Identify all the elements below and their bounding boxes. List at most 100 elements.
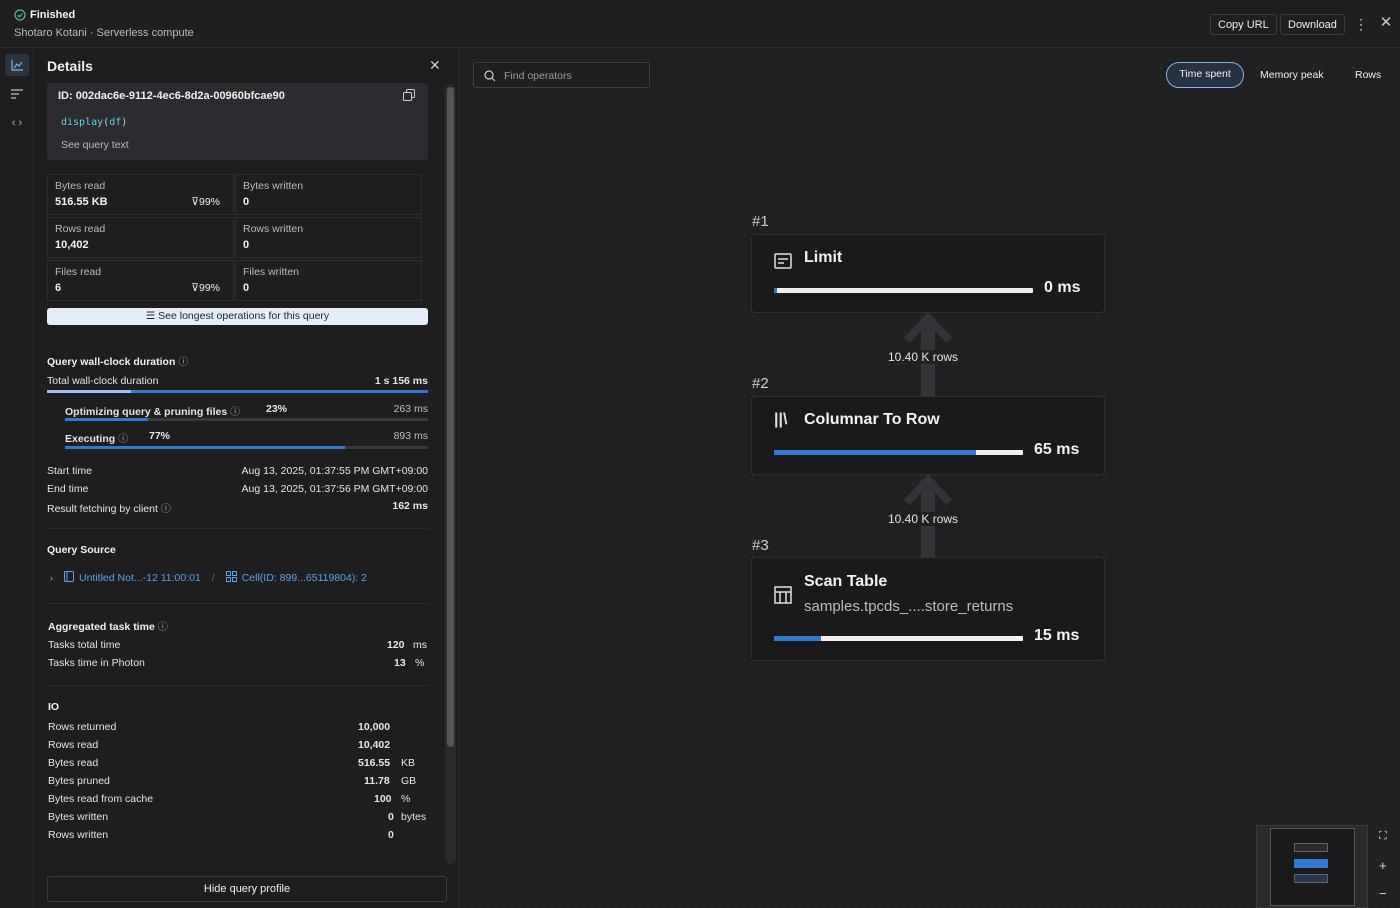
- executing-value: 893 ms: [393, 430, 428, 442]
- search-placeholder: Find operators: [504, 70, 572, 82]
- cell-icon: [225, 571, 237, 585]
- close-details-icon[interactable]: ✕: [429, 57, 441, 74]
- node-time: 15 ms: [1034, 627, 1080, 644]
- optimizing-fill: [65, 418, 149, 421]
- info-icon[interactable]: ⓘ: [161, 504, 171, 515]
- io-label: Bytes read from cache: [48, 793, 154, 805]
- operator-node-scan-table[interactable]: Scan Table samples.tpcds_....store_retur…: [751, 557, 1105, 661]
- fit-view-icon[interactable]: ⛶: [1379, 830, 1387, 843]
- filter-icon: ⊽: [191, 196, 199, 208]
- toggle-memory-peak[interactable]: Memory peak: [1250, 62, 1334, 88]
- details-scrollbar[interactable]: [445, 84, 456, 864]
- node-table-name: samples.tpcds_....store_returns: [804, 598, 1014, 615]
- optimizing-pct: 23%: [266, 403, 288, 415]
- plan-canvas[interactable]: Find operators Time spent Memory peak Ro…: [461, 48, 1400, 908]
- see-query-text-link[interactable]: See query text: [61, 139, 129, 151]
- close-icon[interactable]: ✕: [1378, 15, 1394, 31]
- query-id-box: ID: 002dac6e-9112-4ec6-8d2a-00960bfcae90…: [47, 83, 428, 160]
- io-unit: %: [401, 793, 411, 805]
- io-value: 10,000: [358, 721, 391, 733]
- left-rail: ‹ ›: [0, 48, 34, 908]
- wallclock-title: Query wall-clock duration: [47, 356, 176, 368]
- result-fetching-row: Result fetching by client ⓘ 162 ms: [47, 500, 428, 515]
- metric-rows-read: Rows read 10,402: [47, 217, 234, 258]
- metric-files-read: Files read 6 ⊽99%: [47, 260, 234, 301]
- download-button[interactable]: Download: [1280, 14, 1345, 35]
- chart-icon[interactable]: [5, 54, 29, 76]
- minimap[interactable]: [1256, 825, 1368, 908]
- node-number: #3: [752, 537, 769, 554]
- search-icon: [484, 70, 496, 82]
- more-options-icon[interactable]: ⋮: [1354, 16, 1368, 32]
- minimap-node: [1294, 874, 1328, 883]
- io-row: Bytes read from cache 100 %: [48, 793, 428, 805]
- optimizing-label: Optimizing query & pruning files: [65, 406, 228, 418]
- start-time-row: Start time Aug 13, 2025, 01:37:55 PM GMT…: [47, 465, 428, 477]
- find-operators-search[interactable]: Find operators: [473, 62, 650, 88]
- filter-pct: 99%: [198, 196, 220, 208]
- task-value: 13: [394, 657, 406, 669]
- node-time-bar: [774, 288, 1033, 293]
- executing-pct: 77%: [149, 430, 171, 442]
- task-row: Tasks time in Photon 13 %: [48, 657, 428, 669]
- executing-label: Executing: [65, 433, 116, 445]
- query-subtitle: Shotaro Kotani · Serverless compute: [14, 27, 194, 39]
- info-icon[interactable]: ⓘ: [118, 434, 128, 445]
- check-circle-icon: [14, 9, 26, 21]
- chevron-right-icon[interactable]: ›: [50, 573, 53, 583]
- copy-url-button[interactable]: Copy URL: [1210, 14, 1277, 35]
- hide-query-profile-button[interactable]: Hide query profile: [47, 876, 447, 902]
- divider: [47, 685, 428, 686]
- minimap-node: [1294, 843, 1328, 852]
- toggle-rows[interactable]: Rows: [1345, 62, 1391, 88]
- total-wallclock-bar: [47, 390, 428, 393]
- task-unit: ms: [413, 639, 427, 651]
- node-time-fill: [774, 636, 822, 641]
- details-title: Details: [47, 58, 93, 74]
- metric-label: Rows written: [243, 223, 304, 235]
- top-bar: Finished Shotaro Kotani · Serverless com…: [0, 0, 1400, 48]
- io-value: 100: [374, 793, 392, 805]
- divider: [47, 528, 428, 529]
- info-icon[interactable]: ⓘ: [178, 357, 188, 368]
- node-name: Columnar To Row: [804, 411, 940, 428]
- columnar-to-row-icon: ||\: [774, 411, 788, 428]
- info-icon[interactable]: ⓘ: [230, 407, 240, 418]
- io-unit: bytes: [401, 811, 427, 823]
- metric-label: Bytes read: [55, 180, 106, 192]
- executing-fill: [65, 446, 345, 449]
- scroll-fade: [47, 856, 428, 876]
- node-time-bar: [774, 450, 1023, 455]
- metric-value: 0: [243, 239, 250, 251]
- longest-operations-button[interactable]: ☰ See longest operations for this query: [47, 308, 428, 325]
- info-icon[interactable]: ⓘ: [158, 622, 168, 633]
- io-value: 0: [388, 829, 394, 841]
- notebook-link[interactable]: Untitled Not...-12 11:00:01: [79, 572, 201, 584]
- node-name: Limit: [804, 249, 843, 266]
- cell-link[interactable]: Cell(ID: 899...65119804): 2: [242, 572, 367, 584]
- code-icon[interactable]: ‹ ›: [5, 112, 29, 134]
- start-time-label: Start time: [47, 465, 92, 477]
- toggle-time-spent[interactable]: Time spent: [1166, 62, 1244, 88]
- zoom-out-icon[interactable]: −: [1379, 886, 1387, 901]
- end-time-value: Aug 13, 2025, 01:37:56 PM GMT+09:00: [241, 483, 429, 495]
- aggregated-task-title: Aggregated task time ⓘ: [48, 618, 168, 633]
- start-time-value: Aug 13, 2025, 01:37:55 PM GMT+09:00: [241, 465, 429, 477]
- task-label: Tasks time in Photon: [48, 657, 145, 669]
- filter-badge: ⊽99%: [191, 196, 220, 208]
- zoom-in-icon[interactable]: +: [1379, 858, 1387, 873]
- details-panel: Details ✕ ID: 002dac6e-9112-4ec6-8d2a-00…: [34, 48, 460, 908]
- io-label: Bytes written: [48, 811, 109, 823]
- notebook-icon: [64, 571, 74, 585]
- status: Finished: [14, 9, 75, 21]
- scrollbar-thumb[interactable]: [447, 87, 454, 747]
- filter-pct: 99%: [198, 282, 220, 294]
- list-icon[interactable]: [5, 83, 29, 105]
- total-wallclock-row: Total wall-clock duration 1 s 156 ms: [47, 375, 428, 387]
- copy-icon[interactable]: [403, 89, 415, 104]
- io-row: Rows written 0: [48, 829, 428, 841]
- io-row: Rows read 10,402: [48, 739, 428, 751]
- operator-node-limit[interactable]: Limit 0 ms: [751, 234, 1105, 313]
- operator-node-columnar-to-row[interactable]: ||\ Columnar To Row 65 ms: [751, 396, 1105, 475]
- metric-label: Files written: [243, 266, 300, 278]
